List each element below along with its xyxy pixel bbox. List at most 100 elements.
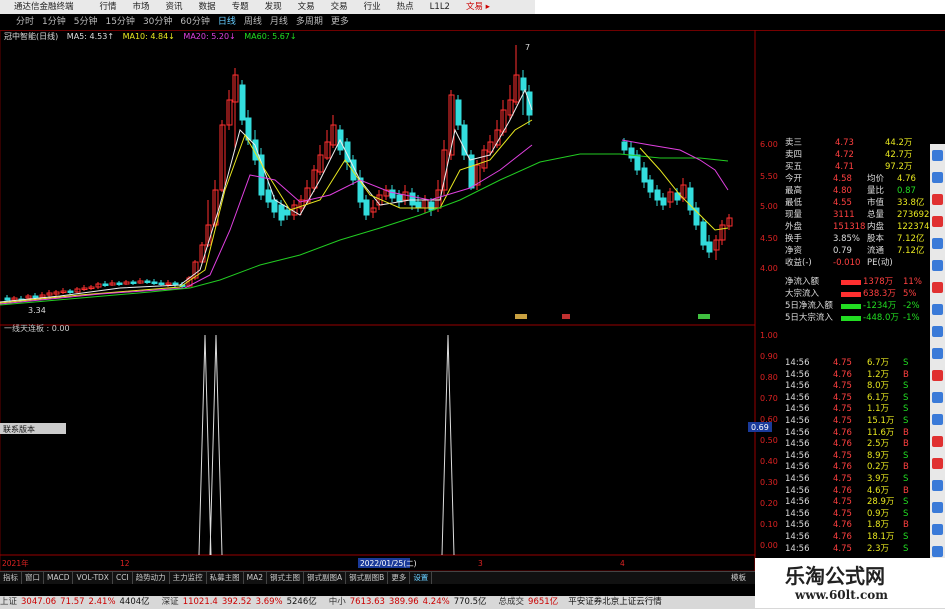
tick-time: 14:56 (785, 520, 810, 531)
kline-chart[interactable]: 6.00 5.50 5.00 4.50 4.00 7 3.34 一线天连板 : 0.00 1.0… (0, 30, 785, 571)
toolbar-tool-icon[interactable] (932, 172, 943, 183)
stat-label: 总量 (867, 210, 885, 220)
toolbar-tool-icon[interactable] (932, 282, 943, 293)
stat-value: 4.58 (833, 174, 852, 184)
period-item[interactable]: 更多 (331, 17, 349, 27)
indicator-tab[interactable]: MA2 (244, 572, 268, 584)
date-axis-label: 4 (620, 559, 625, 568)
toolbar-tool-icon[interactable] (932, 194, 943, 205)
index-pct: 3.69% (255, 597, 283, 607)
tick-time: 14:56 (785, 462, 810, 473)
flow-pct: 5% (903, 289, 917, 299)
tick-volume: 28.9万 (867, 497, 895, 508)
period-item[interactable]: 分时 (16, 17, 34, 27)
tick-row: 14:56 4.75 8.9万 S (785, 451, 930, 463)
stat-value: 4.76 (897, 174, 916, 184)
candle-body (239, 84, 246, 121)
toolbar-tool-icon[interactable] (932, 216, 943, 227)
candle-body (67, 290, 74, 293)
toolbar-tool-icon[interactable] (932, 326, 943, 337)
stat-value: 0.87 (897, 186, 916, 196)
period-item[interactable]: 日线 (218, 17, 236, 27)
stat-value: 3.85% (833, 234, 861, 244)
candle-body (621, 141, 628, 151)
menu-item[interactable]: 数据 (199, 2, 216, 12)
fund-flow-row: 5日大宗流入 -448.0万 -1% (785, 313, 925, 325)
period-item[interactable]: 60分钟 (180, 17, 209, 27)
period-item[interactable]: 1分钟 (42, 17, 66, 27)
tick-time: 14:56 (785, 485, 810, 496)
stat-label: 换手 (785, 234, 803, 244)
indicator-tab[interactable]: MACD (44, 572, 74, 584)
menu-item[interactable]: 热点 (397, 2, 414, 12)
menu-item[interactable]: 文易 (298, 2, 315, 12)
menu-item[interactable]: 行情 (100, 2, 117, 12)
indicator-tab[interactable]: 私募主图 (207, 572, 244, 584)
tick-time: 14:56 (785, 439, 810, 450)
toolbar-tool-icon[interactable] (932, 392, 943, 403)
tick-volume: 11.6万 (867, 427, 895, 438)
candle-body (700, 221, 707, 246)
candle-body (271, 199, 278, 213)
toolbar-tool-icon[interactable] (932, 502, 943, 513)
toolbar-tool-icon[interactable] (932, 480, 943, 491)
indicator-tab[interactable]: 更多 (388, 572, 411, 584)
menu-item[interactable]: L1L2 (430, 2, 450, 12)
tick-row: 14:56 4.75 6.7万 S (785, 358, 930, 370)
menu-item[interactable]: 资讯 (166, 2, 183, 12)
toolbar-tool-icon[interactable] (932, 546, 943, 557)
menu-item[interactable]: 交易 (331, 2, 348, 12)
stat-value: 7.12亿 (897, 234, 925, 244)
toolbar-tool-icon[interactable] (932, 436, 943, 447)
toolbar-tool-icon[interactable] (932, 370, 943, 381)
quote-stat-row: 换手 3.85% 股本 7.12亿 (785, 234, 925, 246)
toolbar-tool-icon[interactable] (932, 414, 943, 425)
toolbar-tool-icon[interactable] (932, 304, 943, 315)
tick-volume: 6.1万 (867, 392, 890, 403)
menu-item[interactable]: 专题 (232, 2, 249, 12)
tick-row: 14:56 4.75 6.1万 S (785, 393, 930, 405)
candle-body (706, 241, 713, 253)
candle-body (116, 282, 123, 285)
tick-row: 14:56 4.75 15.1万 S (785, 416, 930, 428)
period-item[interactable]: 15分钟 (105, 17, 134, 27)
toolbar-tool-icon[interactable] (932, 150, 943, 161)
toolbar-tool-icon[interactable] (932, 238, 943, 249)
indicator-tab[interactable]: 钢式副图A (304, 572, 347, 584)
indicator-tab[interactable]: 指标 (0, 572, 22, 584)
index-value: 9651亿 (528, 597, 559, 607)
toolbar-tool-icon[interactable] (932, 260, 943, 271)
period-item[interactable]: 月线 (270, 17, 288, 27)
indicator-tab[interactable]: 钢式副图B (346, 572, 389, 584)
tick-row: 14:56 4.76 11.6万 B (785, 428, 930, 440)
indicator-tab[interactable]: 设置 (410, 572, 433, 584)
indicator-tab[interactable]: CCI (113, 572, 133, 584)
indicator-tab[interactable]: VOL-TDX (73, 572, 113, 584)
toolbar-tool-icon[interactable] (932, 458, 943, 469)
toolbar-tool-icon[interactable] (932, 524, 943, 535)
stat-value: 4.80 (833, 186, 852, 196)
indicator-tab[interactable]: 窗口 (22, 572, 44, 584)
quote-stat-row: 现量 3111 总量 273692 (785, 210, 929, 222)
period-item[interactable]: 多周期 (296, 17, 323, 27)
menu-item[interactable]: 发现 (265, 2, 282, 12)
period-item[interactable]: 5分钟 (74, 17, 98, 27)
menu-item[interactable]: 行业 (364, 2, 381, 12)
indicator-tab[interactable]: 钢式主图 (267, 572, 305, 584)
menu-item[interactable]: 市场 (133, 2, 150, 12)
tick-direction: S (903, 474, 909, 484)
indicator-tab[interactable]: 主力监控 (170, 572, 207, 584)
toolbar-tool-icon[interactable] (932, 348, 943, 359)
period-item[interactable]: 30分钟 (143, 17, 172, 27)
tick-volume: 8.0万 (867, 381, 890, 392)
index-value: 3047.06 (21, 597, 57, 607)
period-item[interactable]: 周线 (244, 17, 262, 27)
indicator-tab[interactable]: 趋势动力 (133, 572, 170, 584)
stat-value: 4.55 (833, 198, 852, 208)
tick-volume: 2.5万 (867, 439, 890, 450)
ma10-line (0, 119, 533, 304)
tick-row: 14:56 4.75 1.1万 S (785, 404, 930, 416)
template-tab[interactable]: 模板 (728, 572, 749, 584)
price-axis-label: 5.00 (760, 202, 778, 211)
trade-menu-label[interactable]: 文易 ▸ (466, 2, 490, 12)
